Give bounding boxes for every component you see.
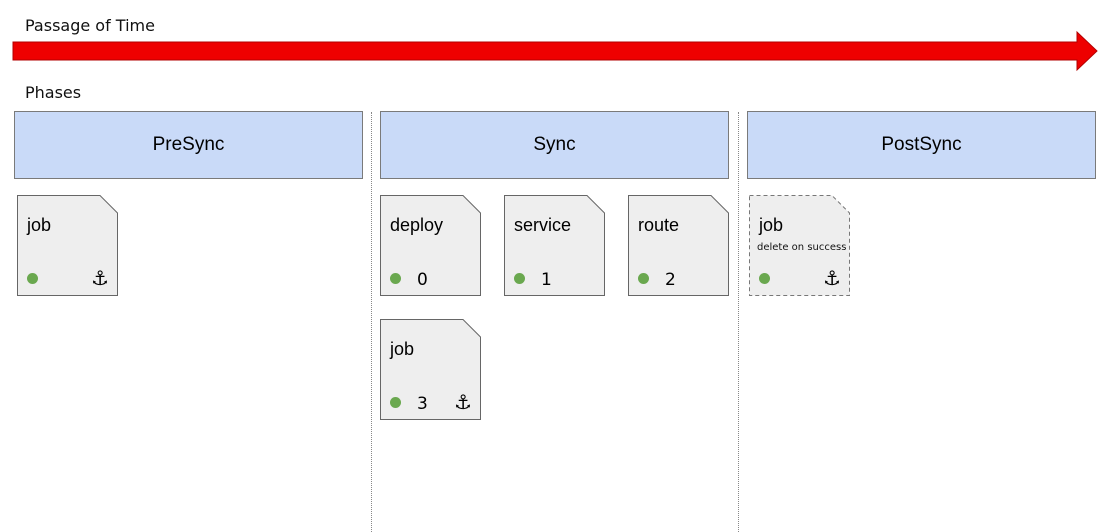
sync-wave-number: 2 <box>665 270 676 290</box>
phase-sync-header: Sync <box>380 111 729 179</box>
card-title: service <box>514 215 572 235</box>
card-sync-deploy: deploy 0 <box>380 195 481 296</box>
card-sync-route: route 2 <box>628 195 729 296</box>
time-arrow <box>12 30 1098 72</box>
phases-label: Phases <box>25 83 82 102</box>
card-title: job <box>390 339 415 359</box>
card-presync-job: job ⚓ <box>17 195 118 296</box>
anchor-icon: ⚓ <box>823 266 841 290</box>
card-subtitle: delete on success <box>757 242 847 253</box>
card-title: job <box>759 215 784 235</box>
phase-postsync-header: PostSync <box>747 111 1096 179</box>
card-title: deploy <box>390 215 444 235</box>
phase-divider <box>738 112 739 532</box>
status-dot <box>390 397 401 408</box>
card-sync-job: job 3 ⚓ <box>380 319 481 420</box>
anchor-icon: ⚓ <box>91 266 109 290</box>
card-title: route <box>638 215 680 235</box>
card-sync-service: service 1 <box>504 195 605 296</box>
card-postsync-job: job delete on success ⚓ <box>749 195 850 296</box>
status-dot <box>638 273 649 284</box>
phase-presync-header: PreSync <box>14 111 363 179</box>
sync-wave-number: 1 <box>541 270 552 290</box>
card-title: job <box>27 215 52 235</box>
anchor-icon: ⚓ <box>454 390 472 414</box>
sync-wave-number: 3 <box>417 394 428 414</box>
status-dot <box>27 273 38 284</box>
phase-divider <box>371 112 372 532</box>
sync-wave-number: 0 <box>417 270 428 290</box>
status-dot <box>759 273 770 284</box>
status-dot <box>390 273 401 284</box>
status-dot <box>514 273 525 284</box>
